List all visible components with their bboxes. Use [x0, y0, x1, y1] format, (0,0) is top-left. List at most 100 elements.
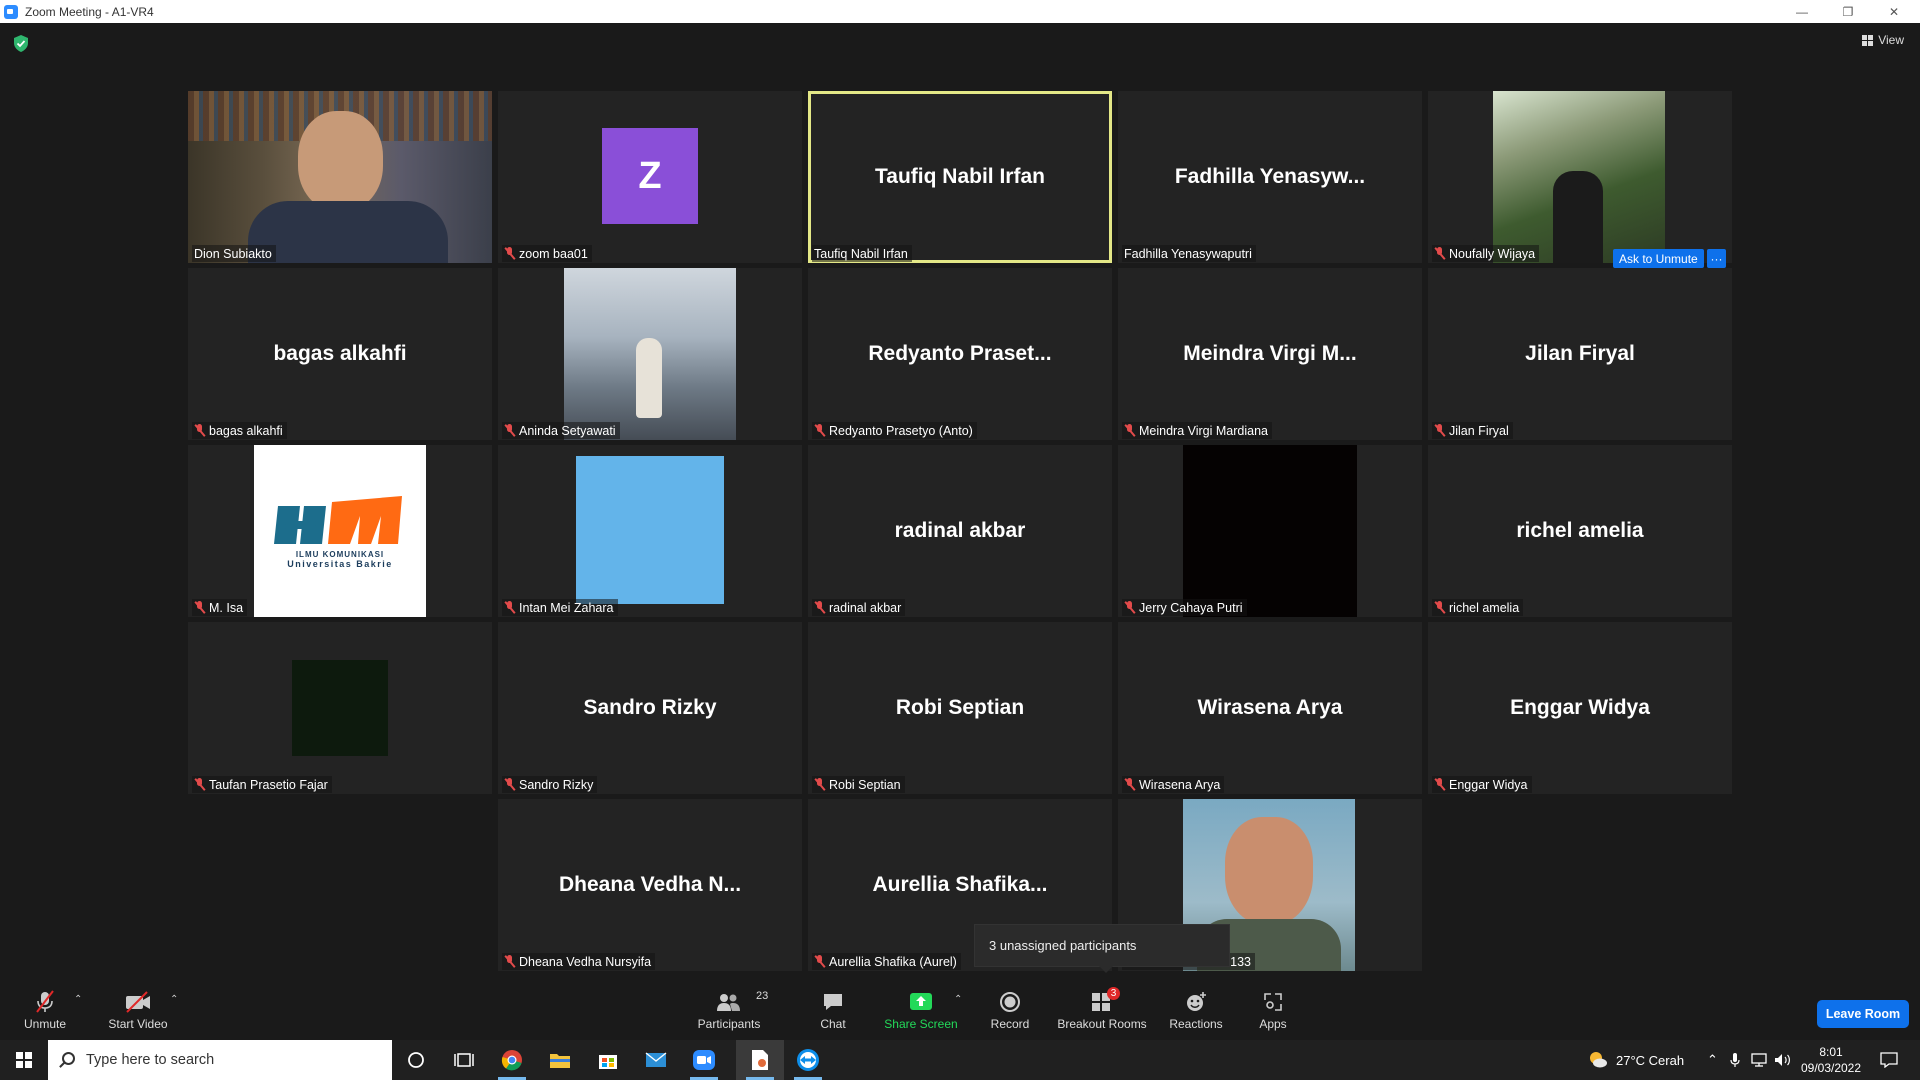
show-hidden-icons-button[interactable]: ⌃	[1707, 1040, 1718, 1080]
participant-tile[interactable]: Enggar Widya Enggar Widya	[1428, 622, 1732, 794]
participant-tile[interactable]: Redyanto Praset... Redyanto Prasetyo (Ant…	[808, 268, 1112, 440]
taskbar-chrome[interactable]	[488, 1040, 536, 1080]
participant-name: Aninda Setyawati	[519, 423, 616, 438]
audio-options-caret[interactable]: ⌃	[74, 994, 82, 1005]
chat-button[interactable]: Chat	[808, 980, 858, 1040]
participant-tile[interactable]: Fadhilla Yenasyw... Fadhilla Yenasywaputr…	[1118, 91, 1422, 263]
muted-mic-icon	[194, 778, 205, 791]
taskbar-clock[interactable]: 8:01 09/03/2022	[1795, 1044, 1867, 1076]
participant-tile[interactable]: Taufan Prasetio Fajar	[188, 622, 492, 794]
taskbar-mail[interactable]	[632, 1040, 680, 1080]
encryption-shield-icon[interactable]	[13, 35, 29, 52]
document-user-icon	[752, 1050, 768, 1070]
muted-mic-icon	[1434, 778, 1445, 791]
breakout-rooms-label: Breakout Rooms	[1057, 1017, 1147, 1031]
muted-mic-icon	[194, 601, 205, 614]
taskbar-store[interactable]	[584, 1040, 632, 1080]
participant-name: Enggar Widya	[1449, 777, 1528, 792]
volume-tray-icon[interactable]	[1774, 1040, 1792, 1080]
participant-tile[interactable]: Dion Subiakto	[188, 91, 492, 263]
share-screen-icon	[909, 989, 933, 1015]
participant-tile[interactable]: Robi Septian Robi Septian	[808, 622, 1112, 794]
muted-mic-icon	[504, 778, 515, 791]
mail-envelope-icon	[645, 1052, 667, 1067]
record-label: Record	[990, 1017, 1030, 1031]
reactions-button[interactable]: Reactions	[1166, 980, 1226, 1040]
start-video-label: Start Video	[108, 1017, 168, 1031]
taskbar-teamviewer[interactable]	[784, 1040, 832, 1080]
participant-profile-picture	[1183, 445, 1357, 617]
notifications-button[interactable]	[1880, 1040, 1898, 1080]
grid-view-icon	[1862, 34, 1874, 46]
participant-tile[interactable]: Intan Mei Zahara	[498, 445, 802, 617]
leave-room-button[interactable]: Leave Room	[1817, 1000, 1909, 1028]
participant-tile[interactable]: ILMU KOMUNIKASI Universitas Bakrie M. Isa	[188, 445, 492, 617]
video-options-caret[interactable]: ⌃	[170, 994, 178, 1005]
restore-button[interactable]: ❐	[1825, 0, 1871, 23]
tile-more-options-button[interactable]: ···	[1707, 249, 1726, 268]
participant-display-name: Redyanto Praset...	[868, 342, 1052, 365]
network-tray-icon[interactable]	[1750, 1040, 1768, 1080]
apps-icon	[1263, 989, 1283, 1015]
participant-name-label: Aurellia Shafika (Aurel)	[812, 953, 961, 970]
participant-name: Taufan Prasetio Fajar	[209, 777, 328, 792]
share-options-caret[interactable]: ⌃	[954, 994, 962, 1005]
taskbar-zoom[interactable]	[680, 1040, 728, 1080]
participant-tile[interactable]: Aninda Setyawati	[498, 268, 802, 440]
participant-tile[interactable]: richel amelia richel amelia	[1428, 445, 1732, 617]
minimize-button[interactable]: —	[1779, 0, 1825, 23]
start-video-button[interactable]: Start Video	[106, 980, 170, 1040]
participant-tile[interactable]: Sandro Rizky Sandro Rizky	[498, 622, 802, 794]
cortana-button[interactable]	[392, 1040, 440, 1080]
taskbar-document-app[interactable]	[736, 1040, 784, 1080]
participant-tile[interactable]: Noufally Wijaya	[1428, 91, 1732, 263]
microphone-tray-icon[interactable]	[1730, 1040, 1740, 1080]
search-icon	[62, 1052, 75, 1065]
participant-name-label: Dheana Vedha Nursyifa	[502, 953, 656, 970]
participant-tile[interactable]: Meindra Virgi M... Meindra Virgi Mardiana	[1118, 268, 1422, 440]
participant-tile[interactable]: Jilan Firyal Jilan Firyal	[1428, 268, 1732, 440]
participant-profile-photo	[1493, 91, 1665, 263]
participant-tile[interactable]: bagas alkahfi bagas alkahfi	[188, 268, 492, 440]
breakout-rooms-icon: 3	[1091, 987, 1120, 1015]
participant-tile[interactable]: Wirasena Arya Wirasena Arya	[1118, 622, 1422, 794]
participant-tile[interactable]: Jerry Cahaya Putri	[1118, 445, 1422, 617]
participant-tile[interactable]: radinal akbar radinal akbar	[808, 445, 1112, 617]
participant-name-label: Sandro Rizky	[502, 776, 598, 793]
taskbar-search-box[interactable]: Type here to search	[48, 1040, 392, 1080]
task-view-button[interactable]	[440, 1040, 488, 1080]
weather-widget[interactable]: 27°C Cerah	[1588, 1040, 1684, 1080]
muted-mic-icon	[1124, 778, 1135, 791]
share-screen-button[interactable]: Share Screen	[880, 980, 962, 1040]
muted-mic-icon	[504, 424, 515, 437]
participant-name: bagas alkahfi	[209, 423, 283, 438]
participant-name-label: Jerry Cahaya Putri	[1122, 599, 1247, 616]
breakout-rooms-button[interactable]: 3 Breakout Rooms	[1056, 980, 1148, 1040]
apps-button[interactable]: Apps	[1253, 980, 1293, 1040]
participants-button[interactable]: 23 Participants	[692, 980, 769, 1040]
ask-to-unmute-button[interactable]: Ask to Unmute	[1613, 249, 1704, 268]
unassigned-participants-tooltip: 3 unassigned participants	[974, 924, 1230, 973]
record-button[interactable]: Record	[985, 980, 1035, 1040]
participant-name-label: Meindra Virgi Mardiana	[1122, 422, 1272, 439]
participant-name-label: Aninda Setyawati	[502, 422, 620, 439]
participant-display-name: Dheana Vedha N...	[558, 873, 742, 896]
share-screen-label: Share Screen	[884, 1017, 958, 1031]
close-window-button[interactable]: ✕	[1871, 0, 1917, 23]
participant-display-name: Robi Septian	[895, 696, 1025, 719]
participant-name: Dheana Vedha Nursyifa	[519, 954, 652, 969]
unmute-button[interactable]: Unmute	[20, 980, 70, 1040]
title-bar: Zoom Meeting - A1-VR4 — ❐ ✕	[0, 0, 1920, 23]
participant-name: Jilan Firyal	[1449, 423, 1509, 438]
muted-mic-icon	[504, 955, 515, 968]
participant-tile[interactable]: Zzoom baa01	[498, 91, 802, 263]
muted-mic-icon	[814, 778, 825, 791]
view-button[interactable]: View	[1862, 33, 1904, 47]
view-label: View	[1878, 33, 1904, 47]
reactions-label: Reactions	[1169, 1017, 1223, 1031]
taskbar-file-explorer[interactable]	[536, 1040, 584, 1080]
participant-display-name: Taufiq Nabil Irfan	[875, 165, 1045, 188]
participant-tile[interactable]: Taufiq Nabil Irfan Taufiq Nabil Irfan	[808, 91, 1112, 263]
start-button[interactable]	[0, 1040, 48, 1080]
participant-tile[interactable]: Dheana Vedha N... Dheana Vedha Nursyifa	[498, 799, 802, 971]
